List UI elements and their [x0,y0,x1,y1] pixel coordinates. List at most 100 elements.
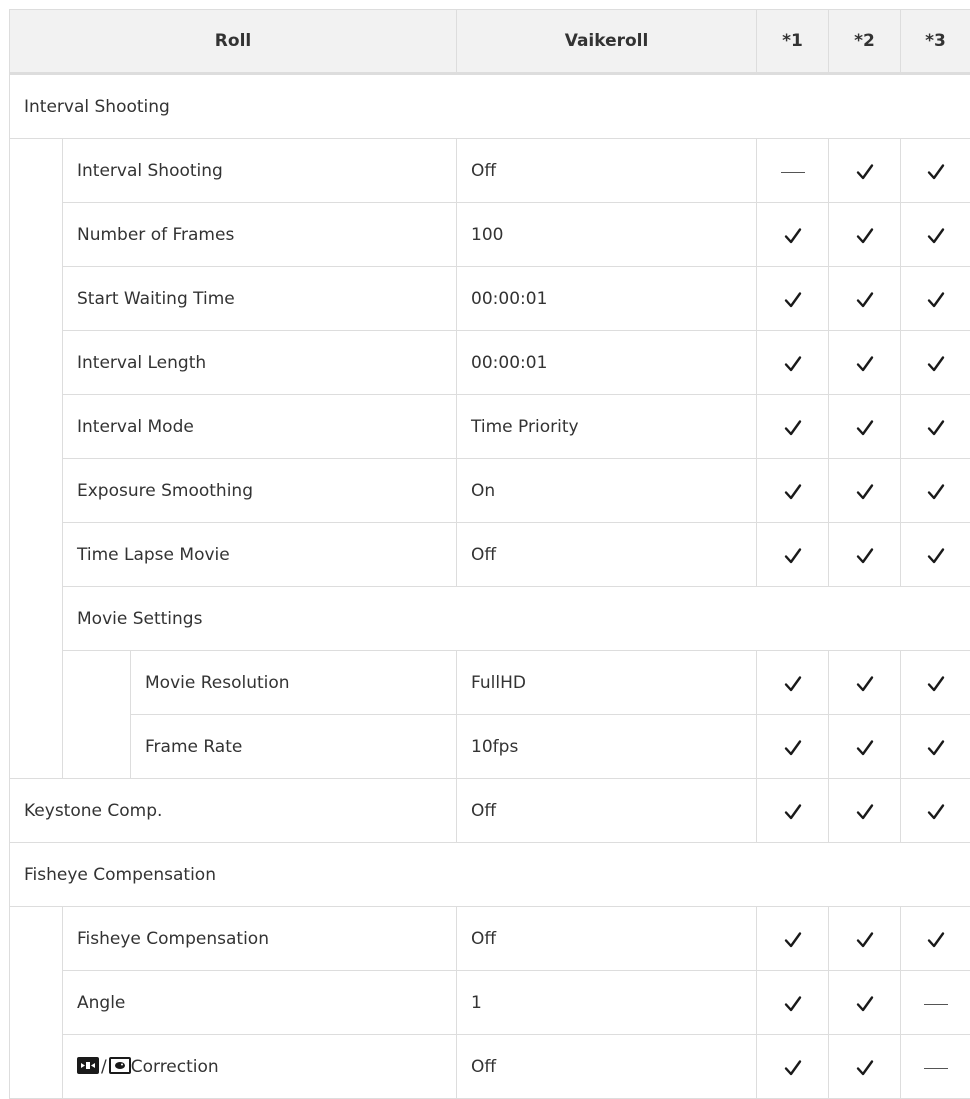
setting-label: Fisheye Compensation [63,907,457,971]
mark-cell [829,651,901,715]
setting-label: Time Lapse Movie [63,523,457,587]
mark-cell [757,331,829,395]
check-icon [784,547,802,565]
setting-label: Number of Frames [63,203,457,267]
mark-cell [901,203,970,267]
mark-cell [829,395,901,459]
mark-cell [757,651,829,715]
default-value: Off [457,907,757,971]
check-icon [856,1059,874,1077]
section-row: Interval Shooting [10,74,970,139]
check-icon [784,739,802,757]
indent-cell [63,651,131,779]
setting-label: Interval Length [63,331,457,395]
table-header: Roll Vaikeroll *1 *2 *3 [10,10,970,74]
check-icon [927,675,945,693]
table-row: Fisheye Compensation Off [10,907,970,971]
check-icon [927,355,945,373]
correction-label: Correction [131,1057,219,1077]
mark-cell [757,203,829,267]
subsection-row: Movie Settings [10,587,970,651]
icon-separator: / [101,1057,107,1077]
check-icon [927,227,945,245]
setting-label: Keystone Comp. [10,779,457,843]
mark-cell [901,1035,970,1099]
check-icon [856,163,874,181]
check-icon [856,419,874,437]
check-icon [856,803,874,821]
mark-cell [829,459,901,523]
default-value: 00:00:01 [457,267,757,331]
default-value: 1 [457,971,757,1035]
check-icon [856,995,874,1013]
check-icon [856,227,874,245]
section-label: Fisheye Compensation [10,843,970,907]
subsection-label: Movie Settings [63,587,970,651]
check-icon [856,291,874,309]
mark-cell [901,395,970,459]
check-icon [856,547,874,565]
mark-cell [829,267,901,331]
table-row: Exposure Smoothing On [10,459,970,523]
mark-cell [757,523,829,587]
mark-cell [829,715,901,779]
default-value: Time Priority [457,395,757,459]
default-value: FullHD [457,651,757,715]
check-icon [856,355,874,373]
indent-cell [10,907,63,1099]
setting-label: Interval Shooting [63,139,457,203]
mark-cell [829,203,901,267]
mark-cell [757,395,829,459]
setting-label: Start Waiting Time [63,267,457,331]
mark-cell [829,523,901,587]
check-icon [856,675,874,693]
check-icon [784,675,802,693]
check-icon [784,419,802,437]
check-icon [856,931,874,949]
mark-cell [757,459,829,523]
table-row: Interval Length 00:00:01 [10,331,970,395]
header-col-1: *1 [757,10,829,74]
table-row: Time Lapse Movie Off [10,523,970,587]
mark-cell [757,971,829,1035]
check-icon [927,419,945,437]
check-icon [927,163,945,181]
header-default: Vaikeroll [457,10,757,74]
check-icon [784,995,802,1013]
indent-cell [10,139,63,779]
dash-icon [924,1068,948,1069]
table-row: / Correction Off [10,1035,970,1099]
table-row: Interval Mode Time Priority [10,395,970,459]
check-icon [927,931,945,949]
mark-cell [757,779,829,843]
setting-label: Exposure Smoothing [63,459,457,523]
mark-cell [829,779,901,843]
check-icon [856,483,874,501]
setting-label: Angle [63,971,457,1035]
header-col-2: *2 [829,10,901,74]
mark-cell [757,1035,829,1099]
table-row: Movie Resolution FullHD [10,651,970,715]
table-row: Angle 1 [10,971,970,1035]
dash-icon [781,172,805,173]
check-icon [927,739,945,757]
mark-cell [901,523,970,587]
check-icon [784,355,802,373]
fisheye-icon [109,1057,131,1074]
table-row: Keystone Comp. Off [10,779,970,843]
table-row: Interval Shooting Off [10,139,970,203]
check-icon [927,547,945,565]
default-value: Off [457,523,757,587]
default-value: On [457,459,757,523]
mark-cell [901,139,970,203]
default-value: 100 [457,203,757,267]
mark-cell [901,267,970,331]
mark-cell [829,907,901,971]
section-row: Fisheye Compensation [10,843,970,907]
table-row: Start Waiting Time 00:00:01 [10,267,970,331]
mark-cell [829,1035,901,1099]
mark-cell [757,715,829,779]
setting-label-correction: / Correction [63,1035,457,1099]
default-value: Off [457,779,757,843]
header-roll: Roll [10,10,457,74]
